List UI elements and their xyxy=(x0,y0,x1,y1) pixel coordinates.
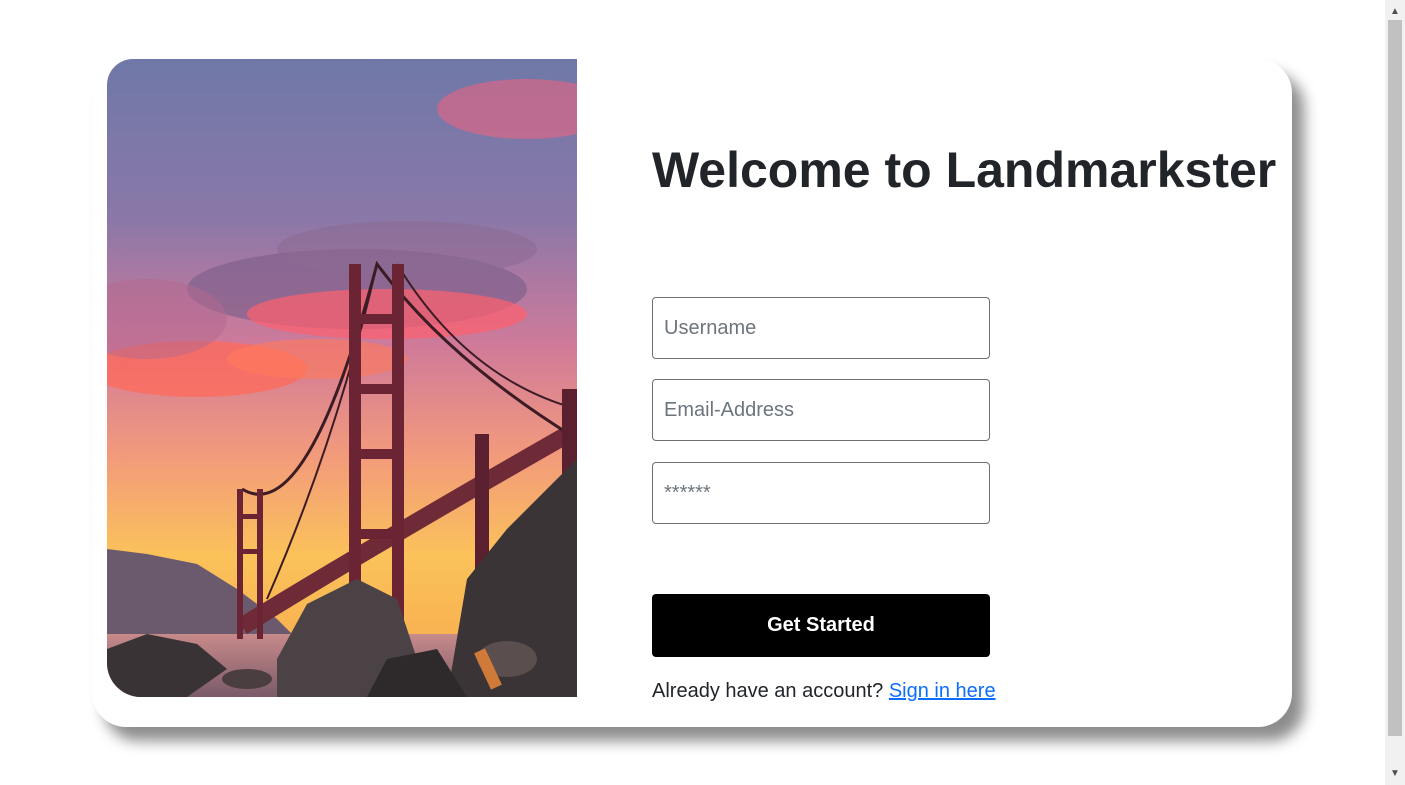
scroll-up-arrow-icon[interactable]: ▲ xyxy=(1385,3,1405,20)
vertical-scrollbar[interactable]: ▲ ▼ xyxy=(1385,0,1405,785)
page: Welcome to Landmarkster Get Started Alre… xyxy=(0,0,1405,785)
get-started-button[interactable]: Get Started xyxy=(652,594,990,657)
signin-prompt-text: Already have an account? xyxy=(652,680,889,702)
hero-image xyxy=(107,59,577,697)
email-input[interactable] xyxy=(652,379,990,441)
signin-prompt-row: Already have an account? Sign in here xyxy=(652,680,996,703)
scrollbar-thumb[interactable] xyxy=(1388,20,1402,736)
signup-card: Welcome to Landmarkster Get Started Alre… xyxy=(92,59,1292,727)
signin-link[interactable]: Sign in here xyxy=(889,680,996,702)
signup-form-section: Welcome to Landmarkster Get Started Alre… xyxy=(652,59,1276,727)
username-input[interactable] xyxy=(652,297,990,359)
password-input[interactable] xyxy=(652,462,990,524)
page-title: Welcome to Landmarkster xyxy=(652,142,1277,198)
scroll-down-arrow-icon[interactable]: ▼ xyxy=(1385,765,1405,782)
